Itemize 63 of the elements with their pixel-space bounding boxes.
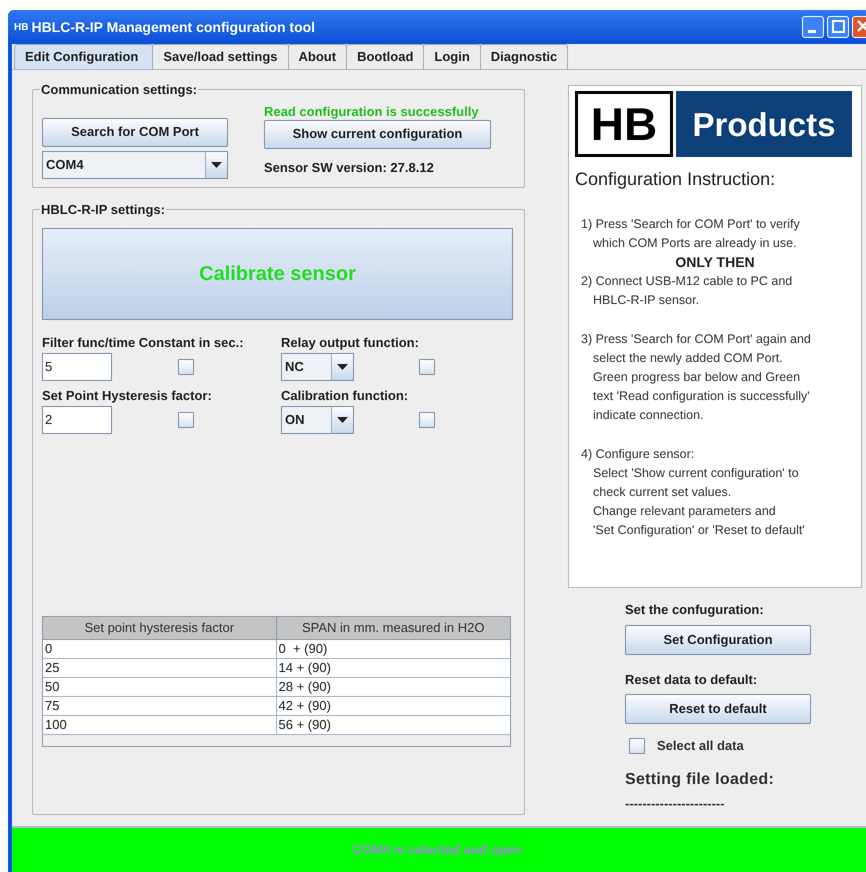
window-title: HBLC-R-IP Management configuration tool [31, 18, 316, 37]
logo-text: Products [676, 91, 852, 157]
checkbox[interactable] [419, 412, 435, 428]
checkbox[interactable] [629, 738, 645, 754]
dropdown-arrow-icon [211, 162, 222, 168]
app-icon: HB [14, 20, 28, 34]
input-field[interactable]: 5 [42, 352, 112, 380]
column-header[interactable]: SPAN in mm. measured in H2O [276, 616, 510, 638]
com-port-dropdown[interactable]: COM4 [42, 150, 228, 178]
table-cell: 0 [43, 640, 276, 658]
checkbox-label[interactable]: Select all data [657, 736, 744, 756]
instruction-step: 1) Press 'Search for COM Port' to verify which COM Ports are already in use. [575, 215, 855, 253]
reset-default-button[interactable]: Reset to default [625, 694, 811, 724]
table-cell-text: 14 + (90) [278, 658, 332, 676]
reset-label: Reset data to default: [625, 670, 758, 688]
selected-value: NC [284, 358, 305, 376]
group-title: HBLC-R-IP settings: [40, 201, 166, 219]
field-label: Filter func/time Constant in sec.: [42, 334, 245, 350]
read-status-text: Read configuration is successfully [264, 102, 480, 120]
instruction-note: ONLY THEN [674, 253, 756, 272]
logo-text: HB [575, 91, 673, 157]
minimize-icon [808, 30, 816, 33]
checkbox[interactable] [178, 358, 194, 374]
table-cell-text: 28 + (90) [278, 678, 332, 696]
group-title: Communication settings: [40, 81, 198, 99]
table-cell: 50 [43, 678, 276, 696]
field-label: Set Point Hysteresis factor: [42, 386, 213, 404]
table-cell: 25 [43, 658, 276, 676]
show-configuration-button[interactable]: Show current configuration [264, 120, 491, 148]
dropdown-arrow-icon [337, 416, 348, 422]
checkbox[interactable] [178, 412, 194, 428]
search-com-port-button[interactable]: Search for COM Port [42, 118, 228, 146]
table-cell: 75 [43, 696, 276, 714]
file-status-label: Setting file loaded: [625, 770, 776, 790]
instruction-title: Configuration Instruction: [575, 168, 776, 191]
instruction-step: 4) Configure sensor: Select 'Show current configuration' to check current set values. Change relevant parameters and 'Set Configuration' or 'Reset to default' [575, 445, 855, 540]
dropdown[interactable]: ON [281, 406, 354, 434]
table-cell: 100 [43, 716, 276, 734]
instruction-step: 2) Connect USB-M12 cable to PC and HBLC-R-IP sensor. [575, 272, 855, 310]
table-cell-text: 42 + (90) [278, 696, 332, 714]
table-cell-text: 0 + (90) [278, 640, 328, 658]
dropdown-arrow-icon [337, 364, 348, 370]
table-cell-text: 56 + (90) [278, 716, 332, 734]
maximize-icon [832, 20, 845, 33]
field-label: Relay output function: [281, 334, 420, 350]
tab[interactable]: Diagnostic [480, 44, 568, 69]
dropdown[interactable]: NC [281, 352, 354, 380]
minimize-button[interactable] [802, 16, 824, 38]
sensor-version-text: Sensor SW version: 27.8.12 [264, 158, 435, 176]
tab[interactable]: Edit Configuration [14, 44, 154, 69]
close-icon [856, 20, 866, 32]
set-label: Set the confuguration: [625, 601, 765, 619]
selected-value: COM4 [45, 156, 85, 174]
column-header[interactable]: Set point hysteresis factor [43, 616, 276, 638]
status-text: COM4 is selected and open [351, 841, 523, 860]
file-name-text: ----------------------- [625, 794, 726, 812]
field-label: Calibration function: [281, 386, 410, 404]
checkbox[interactable] [419, 358, 435, 374]
instruction-step: 3) Press 'Search for COM Port' again and select the newly added COM Port. Green progress bar below and Green text 'Read configuration is successfully' indicate connection. [575, 330, 855, 425]
selected-value: ON [284, 410, 306, 429]
set-configuration-button[interactable]: Set Configuration [625, 624, 811, 654]
input-field[interactable]: 2 [42, 406, 112, 434]
maximize-button[interactable] [827, 16, 849, 38]
